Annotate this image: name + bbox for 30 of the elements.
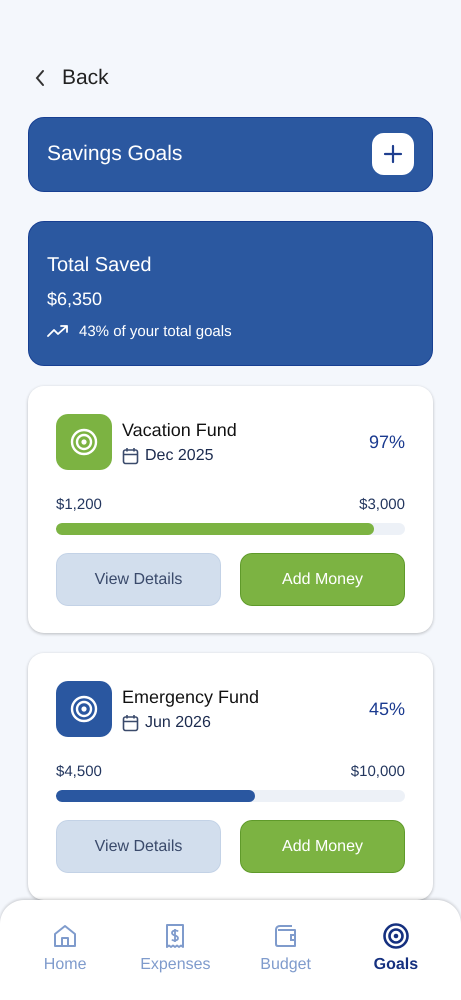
page-title: Savings Goals (47, 142, 182, 166)
goal-name: Vacation Fund (122, 420, 238, 441)
plus-icon (383, 144, 403, 164)
target-amount: $3,000 (359, 496, 405, 514)
goal-date: Dec 2025 (145, 446, 214, 465)
goal-name: Emergency Fund (122, 686, 260, 708)
chevron-left-icon (34, 68, 46, 87)
goal-percent: 45% (368, 698, 405, 720)
goal-percent: 97% (368, 432, 405, 453)
view-details-button[interactable]: View Details (56, 553, 221, 606)
nav-tab[interactable]: Goals (346, 922, 446, 1000)
saved-amount: $1,200 (56, 496, 102, 514)
add-button[interactable] (372, 133, 414, 176)
saved-amount: $4,500 (56, 763, 102, 780)
nav-tab[interactable]: Budget (236, 922, 336, 1000)
calendar-icon (122, 714, 139, 732)
add-money-button[interactable]: Add Money (240, 820, 405, 874)
summary-note: 43% of your total goals (79, 322, 232, 340)
target-amount: $10,000 (350, 763, 405, 780)
target-icon (382, 922, 410, 950)
goal-date: Jun 2026 (145, 714, 211, 732)
total-amount: $6,350 (47, 288, 102, 310)
view-details-button[interactable]: View Details (56, 820, 221, 874)
nav-tab[interactable]: Home (15, 922, 116, 1000)
nav-tab[interactable]: Expenses (125, 922, 226, 1000)
back-link[interactable]: Back (34, 62, 433, 94)
add-money-button[interactable]: Add Money (240, 553, 405, 606)
trend-up-icon (47, 324, 69, 338)
summary-title: Total Saved (47, 254, 152, 277)
calendar-icon (122, 446, 139, 465)
